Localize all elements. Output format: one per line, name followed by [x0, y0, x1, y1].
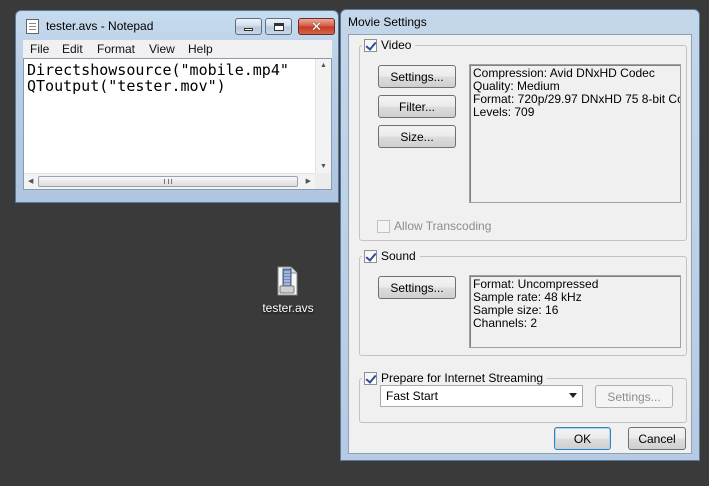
streaming-selected-value: Fast Start — [386, 389, 439, 403]
maximize-button[interactable] — [265, 18, 292, 35]
video-filter-button[interactable]: Filter... — [378, 95, 456, 118]
minimize-button[interactable] — [235, 18, 262, 35]
close-icon: ✕ — [311, 18, 322, 34]
notepad-text[interactable]: Directshowsource("mobile.mp4" QToutput("t… — [27, 62, 317, 172]
menu-help[interactable]: Help — [188, 42, 213, 56]
text-line-2: QToutput("tester.mov") — [27, 77, 226, 95]
dialog-body: Video Settings... Filter... Size... Comp… — [348, 34, 692, 454]
close-button[interactable]: ✕ — [298, 18, 335, 35]
video-info-line: Levels: 709 — [473, 105, 535, 119]
chevron-down-icon — [569, 393, 577, 398]
allow-transcoding-label: Allow Transcoding — [394, 219, 492, 233]
video-checkbox[interactable] — [364, 38, 377, 52]
avs-file-icon — [277, 266, 298, 296]
maximize-icon — [273, 22, 284, 31]
scrollbar-corner — [315, 173, 331, 189]
minimize-icon — [244, 27, 253, 31]
allow-transcoding-checkbox[interactable] — [377, 219, 390, 233]
streaming-label: Prepare for Internet Streaming — [381, 371, 544, 385]
menu-edit[interactable]: Edit — [62, 42, 83, 56]
desktop-file-icon[interactable]: tester.avs — [258, 264, 318, 324]
notepad-text-area[interactable]: Directshowsource("mobile.mp4" QToutput("t… — [23, 58, 332, 190]
ok-button[interactable]: OK — [554, 427, 611, 450]
text-line-1: Directshowsource("mobile.mp4" — [27, 62, 289, 79]
vertical-scrollbar[interactable]: ▲ ▼ — [315, 59, 331, 173]
streaming-group-header: Prepare for Internet Streaming — [362, 371, 548, 385]
sound-info-box: Format: Uncompressed Sample rate: 48 kHz S… — [469, 275, 681, 348]
scroll-up-icon[interactable]: ▲ — [320, 62, 327, 69]
allow-transcoding-row: Allow Transcoding — [377, 219, 491, 233]
scroll-down-icon[interactable]: ▼ — [320, 163, 327, 170]
movie-settings-dialog: Movie Settings Video Settings... Filter.… — [340, 9, 700, 461]
video-group-header: Video — [362, 38, 416, 52]
dialog-title: Movie Settings — [348, 15, 427, 29]
streaming-checkbox[interactable] — [364, 371, 377, 385]
sound-label: Sound — [381, 249, 416, 263]
sound-checkbox[interactable] — [364, 249, 377, 263]
sound-settings-button[interactable]: Settings... — [378, 276, 456, 299]
horizontal-scroll-thumb[interactable] — [38, 176, 298, 187]
sound-group-header: Sound — [362, 249, 420, 263]
video-settings-button[interactable]: Settings... — [378, 65, 456, 88]
notepad-titlebar[interactable]: tester.avs - Notepad ✕ — [16, 11, 338, 39]
sound-info-line: Channels: 2 — [473, 316, 538, 330]
notepad-title: tester.avs - Notepad — [46, 19, 154, 33]
desktop-icon-label: tester.avs — [262, 301, 314, 315]
streaming-type-select[interactable]: Fast Start — [380, 385, 583, 407]
video-info-box: Compression: Avid DNxHD Codec Quality: Me… — [469, 64, 681, 203]
notepad-app-icon — [26, 19, 39, 34]
menu-view[interactable]: View — [149, 42, 175, 56]
video-size-button[interactable]: Size... — [378, 125, 456, 148]
notepad-menubar: File Edit Format View Help — [23, 40, 332, 58]
scroll-right-icon[interactable]: ▶ — [306, 177, 311, 185]
scroll-left-icon[interactable]: ◀ — [28, 177, 33, 185]
horizontal-scrollbar[interactable]: ◀ ▶ — [24, 173, 315, 189]
cancel-button[interactable]: Cancel — [628, 427, 686, 450]
streaming-settings-button[interactable]: Settings... — [595, 385, 673, 408]
menu-file[interactable]: File — [30, 42, 49, 56]
video-label: Video — [381, 38, 412, 52]
grip-icon — [164, 179, 172, 184]
notepad-window: tester.avs - Notepad ✕ File Edit Format … — [15, 10, 339, 203]
menu-format[interactable]: Format — [97, 42, 135, 56]
